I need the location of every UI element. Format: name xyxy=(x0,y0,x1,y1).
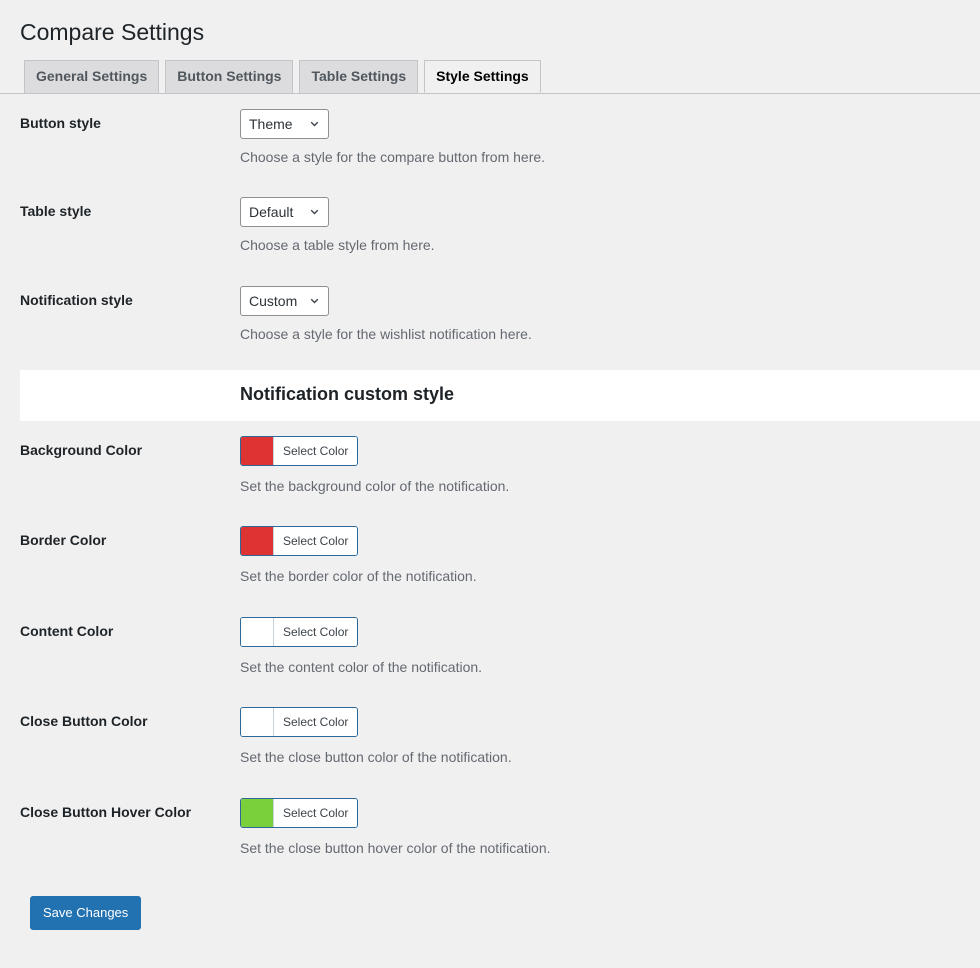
color-swatch xyxy=(241,617,274,646)
settings-row: Border Color Select Color Set the border c… xyxy=(0,511,980,602)
settings-row: Table style DefaultThemeCustom Choose a ta… xyxy=(0,182,980,271)
setting-description: Set the background color of the notifica… xyxy=(240,477,510,494)
tab-button-settings[interactable]: Button Settings xyxy=(165,59,294,93)
tab-general-settings[interactable]: General Settings xyxy=(24,59,160,93)
select-color-label: Select Color xyxy=(274,708,358,737)
setting-control: DefaultThemeCustom Choose a table style f… xyxy=(220,182,980,271)
setting-control: Select Color Set the close button hover c… xyxy=(220,783,980,874)
setting-description: Choose a table style from here. xyxy=(240,237,435,254)
settings-tab-bar: General Settings Button Settings Table Set… xyxy=(0,59,980,94)
save-changes-button[interactable]: Save Changes xyxy=(30,895,142,930)
setting-label: Table style xyxy=(20,203,92,220)
setting-control: Select Color Set the close button color o… xyxy=(220,692,980,783)
setting-description: Set the content color of the notificatio… xyxy=(240,658,483,675)
color-settings-group: Background Color Select Color Set the back… xyxy=(0,421,980,874)
settings-row: Content Color Select Color Set the content… xyxy=(0,602,980,693)
color-picker: Select Color xyxy=(240,616,359,649)
setting-label: Content Color xyxy=(20,622,114,639)
setting-description: Set the border color of the notification… xyxy=(240,568,477,585)
settings-form: Button style ThemeDefaultCustom Choose a s… xyxy=(0,94,980,930)
setting-control: Select Color Set the background color of … xyxy=(220,421,980,512)
color-swatch xyxy=(241,527,274,556)
notification-custom-style-banner: Notification custom style xyxy=(20,369,980,421)
setting-control: CustomDefaultTheme Choose a style for the… xyxy=(220,271,980,360)
settings-row: Notification style CustomDefaultTheme Choo… xyxy=(0,271,980,360)
select-wrapper: DefaultThemeCustom xyxy=(240,197,329,228)
color-picker: Select Color xyxy=(240,435,359,468)
setting-description: Choose a style for the wishlist notifica… xyxy=(240,326,532,343)
setting-label: Border Color xyxy=(20,532,107,549)
color-picker: Select Color xyxy=(240,526,359,558)
setting-select[interactable]: CustomDefaultTheme xyxy=(240,286,329,317)
setting-label: Notification style xyxy=(20,292,133,309)
setting-label: Button style xyxy=(20,114,101,131)
tab-table-settings[interactable]: Table Settings xyxy=(299,59,419,93)
select-color-button[interactable]: Select Color xyxy=(240,616,359,647)
setting-description: Set the close button color of the notifi… xyxy=(240,749,512,766)
setting-control: Select Color Set the border color of the … xyxy=(220,511,980,602)
select-settings-group: Button style ThemeDefaultCustom Choose a s… xyxy=(0,94,980,360)
select-color-label: Select Color xyxy=(274,617,358,646)
select-color-button[interactable]: Select Color xyxy=(240,798,359,829)
tab-style-settings[interactable]: Style Settings xyxy=(424,59,541,93)
select-color-button[interactable]: Select Color xyxy=(240,526,359,557)
section-heading: Notification custom style xyxy=(240,384,455,405)
submit-area: Save Changes xyxy=(0,874,980,930)
color-picker: Select Color xyxy=(240,798,359,830)
color-picker: Select Color xyxy=(240,707,359,739)
select-color-label: Select Color xyxy=(274,436,358,465)
setting-control: ThemeDefaultCustom Choose a style for the… xyxy=(220,94,980,183)
setting-label: Close Button Hover Color xyxy=(20,804,192,821)
color-swatch xyxy=(241,708,274,737)
color-swatch xyxy=(241,799,274,828)
settings-row: Button style ThemeDefaultCustom Choose a s… xyxy=(0,94,980,183)
settings-row: Close Button Hover Color Select Color Set … xyxy=(0,783,980,874)
select-color-label: Select Color xyxy=(274,799,358,828)
select-color-button[interactable]: Select Color xyxy=(240,707,359,738)
setting-description: Set the close button hover color of the … xyxy=(240,840,551,857)
settings-row: Background Color Select Color Set the back… xyxy=(0,421,980,512)
color-swatch xyxy=(241,436,274,465)
setting-label: Background Color xyxy=(20,441,143,458)
setting-select[interactable]: DefaultThemeCustom xyxy=(240,197,329,228)
select-color-label: Select Color xyxy=(274,527,358,556)
setting-select[interactable]: ThemeDefaultCustom xyxy=(240,108,329,139)
select-wrapper: ThemeDefaultCustom xyxy=(240,108,329,139)
select-wrapper: CustomDefaultTheme xyxy=(240,286,329,317)
setting-label: Close Button Color xyxy=(20,713,148,730)
settings-row: Close Button Color Select Color Set the cl… xyxy=(0,692,980,783)
setting-control: Select Color Set the content color of the… xyxy=(220,602,980,693)
page-title: Compare Settings xyxy=(20,19,205,45)
select-color-button[interactable]: Select Color xyxy=(240,435,359,466)
setting-description: Choose a style for the compare button fr… xyxy=(240,148,546,165)
